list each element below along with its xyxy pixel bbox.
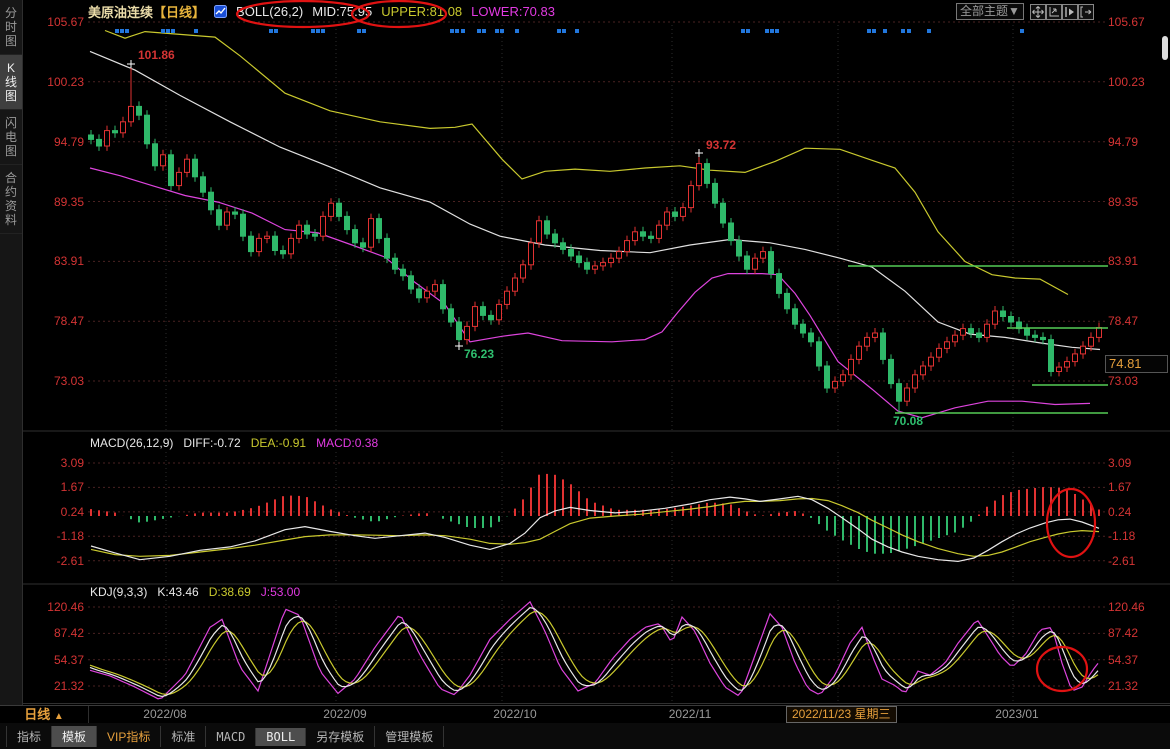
svg-text:101.86: 101.86 <box>138 48 175 62</box>
kdj-d-value: D:38.69 <box>209 585 251 599</box>
indicator-title: BOLL(26,2) <box>236 4 303 19</box>
axis-tick-label: 100.23 <box>1108 75 1145 89</box>
kdj-j-value: J:53.00 <box>261 585 300 599</box>
axis-tick-label: 87.42 <box>24 626 84 640</box>
axis-tick-label: 94.79 <box>1108 135 1138 149</box>
theme-dropdown[interactable]: 全部主题▼ <box>956 3 1024 20</box>
macd-panel-header: MACD(26,12,9) DIFF:-0.72 DEA:-0.91 MACD:0.3… <box>90 436 388 450</box>
axis-tick-label: 87.42 <box>1108 626 1138 640</box>
macd-macd-value: MACD:0.38 <box>316 436 378 450</box>
axis-tick-label: 0.24 <box>1108 505 1131 519</box>
macd-diff-value: DIFF:-0.72 <box>183 436 240 450</box>
macd-name: MACD(26,12,9) <box>90 436 173 450</box>
axis-tick-label: -1.18 <box>1108 529 1135 543</box>
trading-app-window: { "topbar": { "symbol": "美原油连续", "period… <box>0 0 1170 749</box>
axis-tick-label: -1.18 <box>24 529 84 543</box>
tab-标准[interactable]: 标准 <box>161 726 206 747</box>
date-label: 2022/08 <box>143 707 186 721</box>
axis-tick-label: 83.91 <box>24 254 84 268</box>
up-triangle-icon: ▲ <box>54 711 64 722</box>
axis-tick-label: 100.23 <box>24 75 84 89</box>
tab-指标[interactable]: 指标 <box>6 726 52 747</box>
date-axis: 日线 ▲ 2022/11/23 星期三 2022/08 2022/09 2022/1… <box>0 705 1170 724</box>
svg-text:70.08: 70.08 <box>893 414 923 428</box>
axis-tick-label: 54.37 <box>24 653 84 667</box>
axis-tick-label: 3.09 <box>24 456 84 470</box>
exit-pane-icon[interactable] <box>1078 4 1094 20</box>
chart-canvas[interactable]: 101.86 93.72 76.23 70.08 <box>0 0 1170 705</box>
boll-lower-value: LOWER:70.83 <box>471 4 555 19</box>
axis-tick-label: 3.09 <box>1108 456 1131 470</box>
axis-tick-label: 73.03 <box>24 374 84 388</box>
move-cross-icon[interactable] <box>1030 4 1046 20</box>
sidebar-item-4[interactable]: 合约资料 <box>0 165 22 234</box>
tab-模板[interactable]: 模板 <box>52 726 97 747</box>
crosshair-date-readout: 2022/11/23 星期三 <box>786 706 897 723</box>
scrollbar-thumb[interactable] <box>1162 36 1168 60</box>
tab-管理模板[interactable]: 管理模板 <box>375 726 444 747</box>
kdj-k-value: K:43.46 <box>157 585 198 599</box>
axis-tick-label: -2.61 <box>1108 554 1135 568</box>
axis-tick-label: 21.32 <box>24 679 84 693</box>
boll-upper-value: UPPER:81.08 <box>381 4 462 19</box>
axis-tick-label: 1.67 <box>1108 480 1131 494</box>
date-label: 2022/09 <box>323 707 366 721</box>
axis-tick-label: 78.47 <box>24 314 84 328</box>
tab-BOLL[interactable]: BOLL <box>256 728 306 746</box>
chart-title-cluster: 美原油连续【日线】 BOLL(26,2) MID:75.95 UPPER:81.… <box>88 2 555 21</box>
axis-tick-label: 120.46 <box>1108 600 1145 614</box>
svg-text:76.23: 76.23 <box>464 347 494 361</box>
axis-tick-label: 94.79 <box>24 135 84 149</box>
axis-tick-label: 73.03 <box>1108 374 1138 388</box>
bottom-tab-bar: 指标模板VIP指标标准MACDBOLL另存模板管理模板 <box>0 723 1170 749</box>
date-label: 2023/01 <box>995 707 1038 721</box>
last-price-tag: 74.81 <box>1105 355 1168 373</box>
macd-dea-value: DEA:-0.91 <box>251 436 306 450</box>
kdj-panel-header: KDJ(9,3,3) K:43.46 D:38.69 J:53.00 <box>90 585 310 599</box>
play-pane-icon[interactable] <box>1062 4 1078 20</box>
period-selector[interactable]: 日线 ▲ <box>0 706 89 723</box>
axis-scale-icon[interactable] <box>1046 4 1062 20</box>
axis-tick-label: 89.35 <box>1108 195 1138 209</box>
date-label: 2022/10 <box>493 707 536 721</box>
axis-tick-label: 21.32 <box>1108 679 1138 693</box>
top-toolbar: 美原油连续【日线】 BOLL(26,2) MID:75.95 UPPER:81.… <box>0 0 1170 22</box>
svg-text:93.72: 93.72 <box>706 138 736 152</box>
axis-tick-label: -2.61 <box>24 554 84 568</box>
axis-tick-label: 83.91 <box>1108 254 1138 268</box>
symbol-name: 美原油连续【日线】 <box>88 2 205 21</box>
tab-MACD[interactable]: MACD <box>206 728 256 746</box>
boll-chart-icon <box>214 5 227 18</box>
boll-mid-value: MID:75.95 <box>312 4 372 19</box>
axis-tick-label: 120.46 <box>24 600 84 614</box>
axis-tick-label: 1.67 <box>24 480 84 494</box>
kdj-name: KDJ(9,3,3) <box>90 585 147 599</box>
axis-tick-label: 89.35 <box>24 195 84 209</box>
date-label: 2022/11 <box>669 707 712 721</box>
axis-tick-label: 0.24 <box>24 505 84 519</box>
axis-tick-label: 78.47 <box>1108 314 1138 328</box>
axis-tick-label: 54.37 <box>1108 653 1138 667</box>
tab-另存模板[interactable]: 另存模板 <box>306 726 375 747</box>
sidebar-item-3[interactable]: 闪电图 <box>0 110 22 165</box>
left-sidebar: 分时图K线图闪电图合约资料 <box>0 0 23 705</box>
sidebar-item-2[interactable]: K线图 <box>0 55 22 110</box>
tab-VIP指标[interactable]: VIP指标 <box>97 726 161 747</box>
